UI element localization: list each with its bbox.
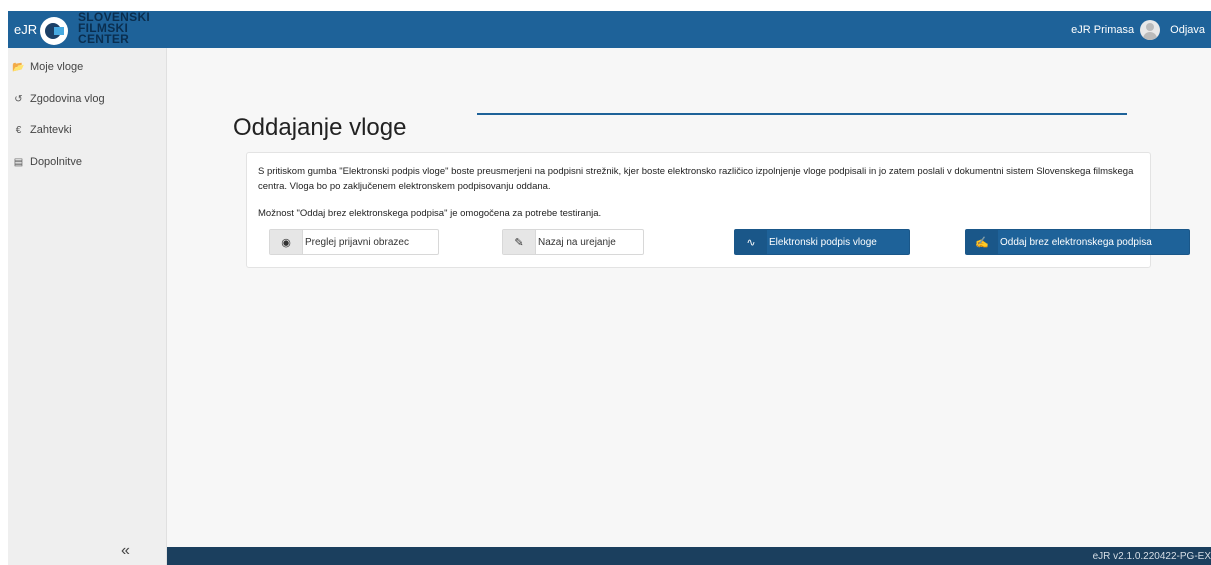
document-edit-icon: ✍	[966, 230, 998, 254]
logo-mark-icon	[40, 17, 68, 45]
sidebar-item-label: Zahtevki	[30, 124, 72, 136]
sidebar-item-zgodovina-vlog[interactable]: ↺ Zgodovina vlog	[8, 88, 166, 110]
sidebar-item-label: Dopolnitve	[30, 156, 82, 168]
logout-link[interactable]: Odjava	[1170, 24, 1205, 36]
euro-icon: €	[15, 124, 22, 136]
title-divider	[477, 113, 1127, 115]
page-title: Oddajanje vloge	[233, 114, 407, 142]
logo-text: SLOVENSKI FILMSKI CENTER	[78, 11, 150, 46]
main-content: Oddajanje vloge S pritiskom gumba "Elekt…	[167, 48, 1211, 547]
user-avatar-icon[interactable]	[1140, 20, 1161, 40]
top-navbar: eJR SLOVENSKI FILMSKI CENTER eJR Primasa…	[8, 11, 1211, 48]
sidebar-item-label: Moje vloge	[30, 61, 84, 73]
sidebar-item-zahtevki[interactable]: € Zahtevki	[8, 119, 166, 141]
back-to-edit-button[interactable]: ✎ Nazaj na urejanje	[502, 229, 644, 255]
sidebar-item-label: Zgodovina vlog	[30, 93, 105, 105]
preview-form-button[interactable]: ◉ Preglej prijavni obrazec	[269, 229, 439, 255]
history-icon: ↺	[14, 93, 23, 105]
version-label: eJR v2.1.0.220422-PG-EX	[1092, 551, 1211, 562]
electronic-sign-label: Elektronski podpis vloge	[769, 236, 877, 248]
sidebar-item-moje-vloge[interactable]: 📂 Moje vloge	[8, 56, 166, 78]
sidebar: 📂 Moje vloge ↺ Zgodovina vlog € Zahtevki…	[8, 48, 167, 565]
sidebar-item-dopolnitve[interactable]: ▤ Dopolnitve	[8, 151, 166, 173]
back-to-edit-label: Nazaj na urejanje	[538, 236, 616, 248]
sidebar-collapse-button[interactable]: «	[121, 542, 130, 560]
testing-note: Možnost "Oddaj brez elektronskega podpis…	[258, 208, 602, 219]
instructions-text: S pritiskom gumba "Elektronski podpis vl…	[258, 166, 1134, 192]
sfc-logo[interactable]: SLOVENSKI FILMSKI CENTER	[40, 11, 170, 46]
logo-line-3: CENTER	[78, 32, 130, 46]
user-name[interactable]: eJR Primasa	[1071, 24, 1134, 36]
signature-icon: ∿	[735, 230, 767, 254]
eye-icon: ◉	[270, 230, 303, 254]
edit-icon: ✎	[503, 230, 536, 254]
footer: eJR v2.1.0.220422-PG-EX	[167, 547, 1211, 565]
submit-without-signature-label: Oddaj brez elektronskega podpisa	[1000, 236, 1152, 248]
folder-open-icon: 📂	[12, 61, 25, 73]
preview-form-label: Preglej prijavni obrazec	[305, 236, 409, 248]
submit-without-signature-button[interactable]: ✍ Oddaj brez elektronskega podpisa	[965, 229, 1190, 255]
user-menu: eJR Primasa Odjava	[1071, 20, 1205, 40]
document-icon: ▤	[13, 156, 24, 168]
app-name[interactable]: eJR	[14, 22, 37, 37]
submission-card: S pritiskom gumba "Elektronski podpis vl…	[246, 152, 1190, 268]
electronic-sign-button[interactable]: ∿ Elektronski podpis vloge	[734, 229, 910, 255]
